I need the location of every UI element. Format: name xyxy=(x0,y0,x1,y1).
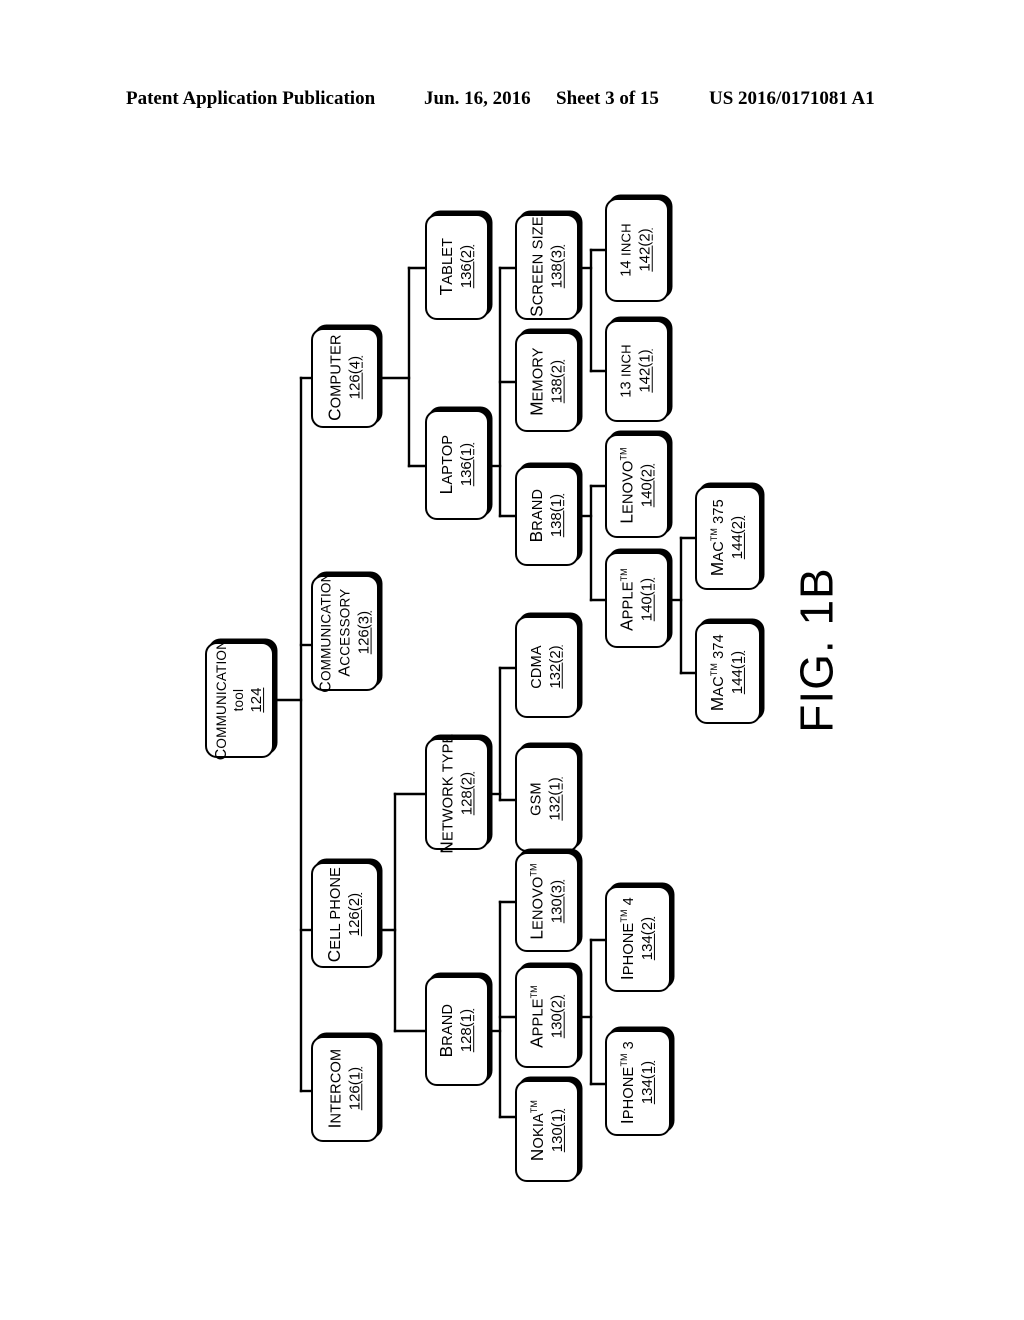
node-lenovo-phone-label: LENOVOTM xyxy=(527,863,547,941)
node-tablet-label: TABLET xyxy=(437,238,457,296)
node-screen-size-label: SCREEN SIZE xyxy=(527,216,547,318)
node-communication-accessory-label: COMMUNICATION xyxy=(317,572,335,694)
node-apple-computer-label: APPLETM xyxy=(617,568,637,632)
node-13-inch-ref: 142(1) xyxy=(636,349,654,393)
node-intercom[interactable]: INTERCOM 126(1) xyxy=(311,1036,379,1142)
node-network-type-ref: 128(2) xyxy=(458,772,476,816)
node-brand-phone-ref: 128(1) xyxy=(458,1009,476,1053)
figure-label-text: FIG. 1B xyxy=(791,567,844,733)
node-screen-size-ref: 138(3) xyxy=(548,245,566,289)
node-network-type-label: NETWORK TYPE xyxy=(437,733,457,855)
node-communication-accessory-label2: ACCESSORY xyxy=(336,589,354,677)
node-apple-phone-label: APPLETM xyxy=(527,985,547,1049)
node-cell-phone-label: CELL PHONE xyxy=(325,867,345,963)
node-iphone-3-label: IPHONETM 3 xyxy=(618,1041,638,1125)
node-14-inch[interactable]: 14 INCH 142(2) xyxy=(605,198,669,302)
node-computer-ref: 126(4) xyxy=(346,356,364,400)
node-memory[interactable]: MEMORY 138(2) xyxy=(515,332,579,432)
node-memory-label: MEMORY xyxy=(527,347,547,417)
node-screen-size[interactable]: SCREEN SIZE 138(3) xyxy=(515,214,579,320)
node-memory-ref: 138(2) xyxy=(548,360,566,404)
node-laptop-label: LAPTOP xyxy=(437,435,457,495)
node-mac-375-label: MACTM 375 xyxy=(708,499,728,577)
node-cell-phone[interactable]: CELL PHONE 126(2) xyxy=(311,862,379,968)
node-lenovo-computer[interactable]: LENOVOTM 140(2) xyxy=(605,434,669,538)
node-communication-accessory[interactable]: COMMUNICATION ACCESSORY 126(3) xyxy=(311,572,379,694)
node-apple-computer-ref: 140(1) xyxy=(638,578,656,622)
node-apple-computer[interactable]: APPLETM 140(1) xyxy=(605,552,669,648)
node-computer-label: COMPUTER xyxy=(325,334,345,422)
node-cdma-label: CDMA xyxy=(529,645,546,689)
node-gsm-label: GSM xyxy=(529,782,545,816)
figure-label: FIG. 1B xyxy=(742,560,892,740)
node-apple-phone[interactable]: APPLETM 130(2) xyxy=(515,966,579,1068)
node-tablet-ref: 136(2) xyxy=(458,245,476,289)
node-tablet[interactable]: TABLET 136(2) xyxy=(425,214,489,320)
node-laptop[interactable]: LAPTOP 136(1) xyxy=(425,410,489,520)
node-lenovo-phone[interactable]: LENOVOTM 130(3) xyxy=(515,852,579,952)
node-cdma-ref: 132(2) xyxy=(546,645,564,689)
node-mac-374-label: MACTM 374 xyxy=(708,634,728,712)
node-lenovo-computer-ref: 140(2) xyxy=(638,464,656,508)
figure-1b-tree-diagram: COMMUNICATION tool 124 COMPUTER 126(4) C… xyxy=(0,0,1024,1320)
node-iphone-3-ref: 134(1) xyxy=(639,1061,657,1105)
node-intercom-label: INTERCOM xyxy=(325,1049,345,1129)
node-iphone-4[interactable]: IPHONETM 4 134(2) xyxy=(605,886,671,992)
node-computer[interactable]: COMPUTER 126(4) xyxy=(311,328,379,428)
node-apple-phone-ref: 130(2) xyxy=(548,995,566,1039)
node-14-inch-label: 14 INCH xyxy=(619,223,636,277)
node-nokia-phone-ref: 130(1) xyxy=(548,1109,566,1153)
node-nokia-phone-label: NOKIATM xyxy=(527,1100,547,1162)
node-cdma[interactable]: CDMA 132(2) xyxy=(515,616,579,718)
node-nokia-phone[interactable]: NOKIATM 130(1) xyxy=(515,1080,579,1182)
node-cell-phone-ref: 126(2) xyxy=(346,893,364,937)
node-network-type[interactable]: NETWORK TYPE 128(2) xyxy=(425,734,489,854)
node-brand-phone[interactable]: BRAND 128(1) xyxy=(425,976,489,1086)
node-lenovo-computer-label: LENOVOTM xyxy=(617,447,637,525)
node-communication-accessory-ref: 126(3) xyxy=(355,611,373,655)
node-brand-computer[interactable]: BRAND 138(1) xyxy=(515,466,579,566)
node-iphone-4-ref: 134(2) xyxy=(639,917,657,961)
node-communication-tool-label2: tool xyxy=(231,688,247,712)
node-communication-tool[interactable]: COMMUNICATION tool 124 xyxy=(205,639,274,761)
node-communication-tool-label: COMMUNICATION xyxy=(213,639,231,761)
node-13-inch-label: 13 INCH xyxy=(619,344,636,398)
node-brand-computer-ref: 138(1) xyxy=(548,494,566,538)
node-gsm-ref: 132(1) xyxy=(546,777,564,821)
node-brand-phone-label: BRAND xyxy=(437,1004,457,1058)
node-intercom-ref: 126(1) xyxy=(346,1067,364,1111)
node-communication-tool-ref: 124 xyxy=(248,687,266,713)
node-iphone-4-label: IPHONETM 4 xyxy=(618,897,638,981)
node-gsm[interactable]: GSM 132(1) xyxy=(515,746,579,852)
node-laptop-ref: 136(1) xyxy=(458,443,476,487)
node-13-inch[interactable]: 13 INCH 142(1) xyxy=(605,320,669,422)
node-iphone-3[interactable]: IPHONETM 3 134(1) xyxy=(605,1030,671,1136)
node-lenovo-phone-ref: 130(3) xyxy=(548,880,566,924)
node-14-inch-ref: 142(2) xyxy=(636,228,654,272)
node-brand-computer-label: BRAND xyxy=(527,489,547,543)
